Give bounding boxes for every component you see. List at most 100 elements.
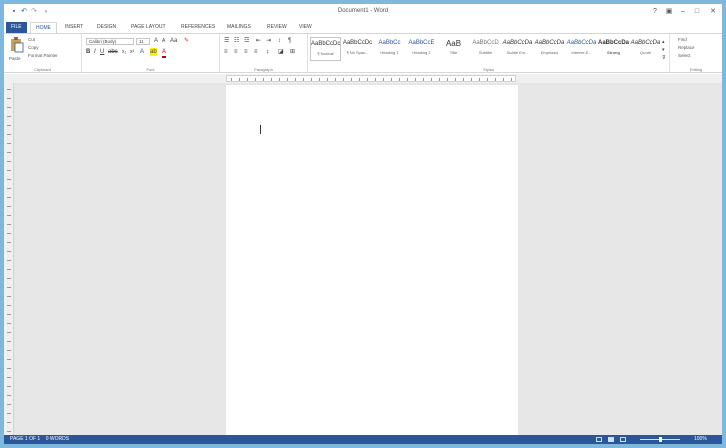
cut-button[interactable]: Cut bbox=[28, 37, 35, 42]
page-count[interactable]: PAGE 1 OF 1 bbox=[10, 436, 40, 442]
paste-icon[interactable] bbox=[10, 37, 24, 53]
font-color-icon[interactable]: A bbox=[162, 48, 167, 58]
format-painter-button[interactable]: Format Painter bbox=[28, 53, 58, 58]
style-emphasis[interactable]: AaBbCcDa Emphasis bbox=[534, 37, 565, 61]
style-name: Heading 2 bbox=[412, 50, 431, 55]
styles-more-icon[interactable]: ⊽ bbox=[662, 54, 666, 62]
tab-design[interactable]: DESIGN bbox=[92, 22, 121, 33]
multilevel-list-icon[interactable]: ☲ bbox=[244, 37, 249, 45]
ruler-tick bbox=[7, 296, 11, 297]
align-center-icon[interactable]: ≡ bbox=[234, 48, 238, 56]
style-normal[interactable]: AaBbCcDc ¶ Normal bbox=[310, 37, 341, 61]
numbering-icon[interactable]: ☷ bbox=[234, 37, 239, 45]
ruler-tick bbox=[7, 197, 11, 198]
tab-review[interactable]: REVIEW bbox=[262, 22, 292, 33]
styles-group-label: Styles bbox=[483, 67, 494, 72]
ruler-tick bbox=[239, 78, 240, 81]
change-case-icon[interactable]: Aa bbox=[170, 37, 177, 45]
bold-icon[interactable]: B bbox=[86, 48, 90, 56]
styles-scroll-down-icon[interactable]: ▾ bbox=[662, 46, 665, 54]
style-title[interactable]: AaB Title bbox=[438, 37, 469, 61]
grow-font-icon[interactable]: A bbox=[154, 37, 158, 45]
tab-home[interactable]: HOME bbox=[30, 22, 57, 33]
zoom-slider-knob[interactable] bbox=[659, 437, 662, 442]
ruler-tick bbox=[231, 78, 232, 81]
line-spacing-icon[interactable]: ↨ bbox=[266, 48, 269, 56]
font-size-dropdown[interactable]: 11 bbox=[136, 38, 150, 45]
maximize-button[interactable]: □ bbox=[690, 6, 704, 17]
web-layout-icon[interactable] bbox=[620, 437, 626, 442]
ruler-tick bbox=[383, 78, 384, 81]
ribbon-options-button[interactable]: ▣ bbox=[662, 6, 676, 17]
word-count[interactable]: 0 WORDS bbox=[46, 436, 69, 442]
select-button[interactable]: Select bbox=[678, 53, 691, 58]
underline-icon[interactable]: U bbox=[100, 48, 104, 56]
tab-view[interactable]: VIEW bbox=[294, 22, 317, 33]
ruler-tick bbox=[7, 287, 11, 288]
shrink-font-icon[interactable]: A bbox=[162, 37, 165, 45]
subscript-icon[interactable]: x₂ bbox=[122, 48, 126, 56]
close-button[interactable]: ✕ bbox=[706, 6, 720, 17]
style-subtitle[interactable]: AaBbCcD Subtitle bbox=[470, 37, 501, 61]
style-strong[interactable]: AaBbCcDa Strong bbox=[598, 37, 629, 61]
decrease-indent-icon[interactable]: ⇤ bbox=[256, 37, 261, 45]
highlight-icon[interactable]: ab bbox=[150, 48, 157, 56]
ruler-tick bbox=[407, 78, 408, 81]
ruler-tick bbox=[7, 350, 11, 351]
tab-references[interactable]: REFERENCES bbox=[176, 22, 220, 33]
ruler-tick bbox=[271, 78, 272, 81]
replace-button[interactable]: Replace bbox=[678, 45, 695, 50]
ruler-tick bbox=[255, 78, 256, 81]
style-heading-1[interactable]: AaBbCc Heading 1 bbox=[374, 37, 405, 61]
tab-mailings[interactable]: MAILINGS bbox=[222, 22, 256, 33]
bullets-icon[interactable]: ☰ bbox=[224, 37, 229, 45]
shading-icon[interactable]: ◪ bbox=[278, 48, 284, 56]
ruler-tick bbox=[487, 78, 488, 81]
text-cursor bbox=[260, 125, 261, 134]
style-sample: AaB bbox=[445, 39, 462, 48]
justify-icon[interactable]: ≡ bbox=[254, 48, 258, 56]
align-right-icon[interactable]: ≡ bbox=[244, 48, 248, 56]
find-button[interactable]: Find bbox=[678, 37, 687, 42]
ruler-tick bbox=[7, 224, 11, 225]
style-subtle-emphasis[interactable]: AaBbCcDa Subtle Em... bbox=[502, 37, 533, 61]
superscript-icon[interactable]: x² bbox=[130, 48, 134, 56]
styles-scroll-up-icon[interactable]: ▴ bbox=[662, 38, 665, 46]
tab-page-layout[interactable]: PAGE LAYOUT bbox=[126, 22, 171, 33]
ruler-tick bbox=[7, 251, 11, 252]
style-no-spacing[interactable]: AaBbCcDc ¶ No Spac... bbox=[342, 37, 373, 61]
tab-file[interactable]: FILE bbox=[6, 22, 27, 33]
strikethrough-icon[interactable]: abc bbox=[108, 48, 118, 56]
minimize-button[interactable]: – bbox=[676, 6, 690, 17]
ruler-tick bbox=[247, 78, 248, 81]
sort-icon[interactable]: ↕ bbox=[278, 37, 281, 45]
tab-insert[interactable]: INSERT bbox=[60, 22, 88, 33]
zoom-level[interactable]: 100% bbox=[694, 435, 707, 444]
ruler-tick bbox=[7, 152, 11, 153]
italic-icon[interactable]: I bbox=[94, 48, 96, 56]
style-intense-emphasis[interactable]: AaBbCcDa Intense E... bbox=[566, 37, 597, 61]
style-sample: AaBbCcDa bbox=[534, 40, 565, 46]
align-left-icon[interactable]: ≡ bbox=[224, 48, 228, 56]
style-quote[interactable]: AaBbCcDa Quote bbox=[630, 37, 661, 61]
text-effects-icon[interactable]: A bbox=[140, 48, 144, 56]
increase-indent-icon[interactable]: ⇥ bbox=[266, 37, 271, 45]
show-marks-icon[interactable]: ¶ bbox=[288, 37, 291, 45]
zoom-slider[interactable] bbox=[640, 437, 680, 442]
copy-button[interactable]: Copy bbox=[28, 45, 39, 50]
ruler-tick bbox=[303, 78, 304, 81]
borders-icon[interactable]: ⊞ bbox=[290, 48, 295, 56]
document-canvas[interactable] bbox=[14, 83, 722, 435]
ruler-tick bbox=[335, 78, 336, 81]
style-heading-2[interactable]: AaBbCcE Heading 2 bbox=[406, 37, 437, 61]
font-name-dropdown[interactable]: Calibri (Body) bbox=[86, 38, 134, 45]
ruler-tick bbox=[351, 78, 352, 81]
document-page[interactable] bbox=[226, 85, 518, 435]
paste-label[interactable]: Paste bbox=[9, 56, 21, 61]
help-button[interactable]: ? bbox=[648, 6, 662, 17]
clear-formatting-icon[interactable]: ✎ bbox=[184, 37, 189, 45]
read-mode-icon[interactable] bbox=[596, 437, 602, 442]
ruler-tick bbox=[367, 78, 368, 81]
print-layout-icon[interactable] bbox=[608, 437, 614, 442]
ruler-tick bbox=[7, 170, 11, 171]
